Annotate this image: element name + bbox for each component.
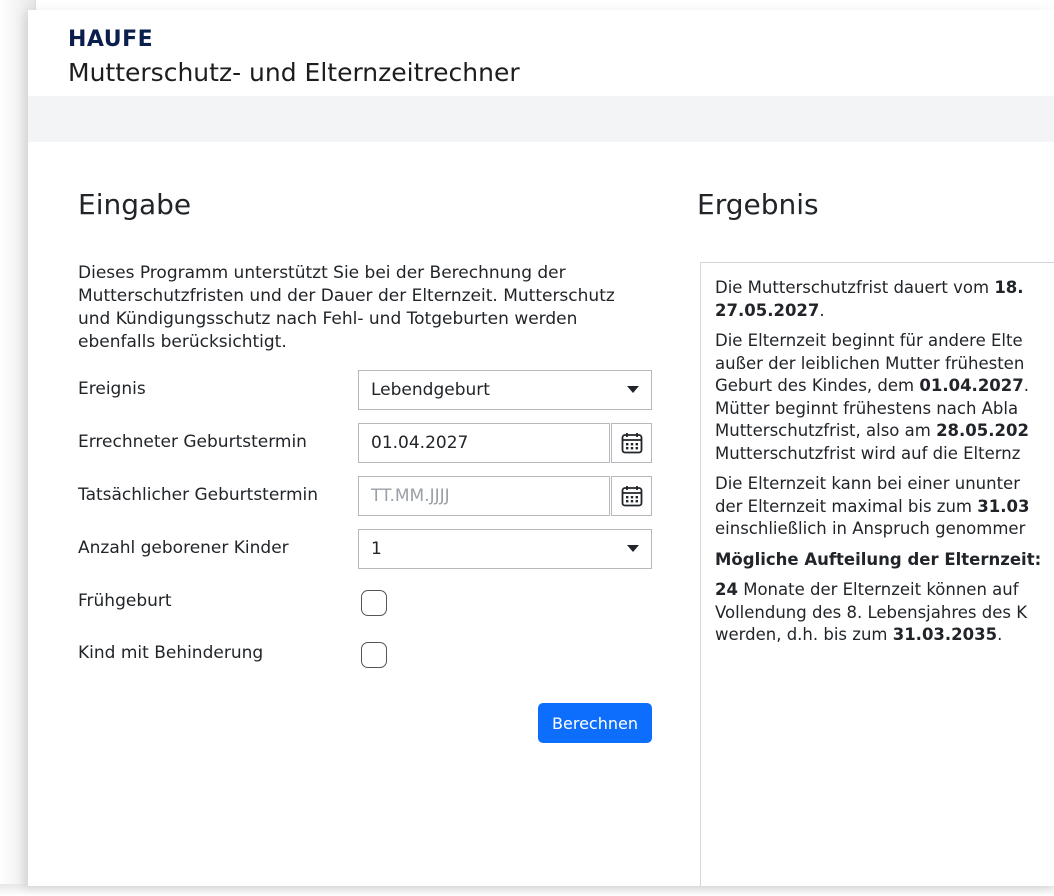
result-text: Die Elternzeit kann bei einer ununter bbox=[715, 474, 1020, 493]
actual-birth-placeholder: TT.MM.JJJJ bbox=[371, 486, 450, 506]
calc-birth-value: 01.04.2027 bbox=[371, 433, 469, 453]
result-text: einschließlich in Anspruch genommer bbox=[715, 519, 1026, 538]
calendar-icon bbox=[621, 486, 643, 507]
result-text: Die Mutterschutzfrist dauert vom bbox=[715, 278, 995, 297]
chevron-down-icon bbox=[627, 545, 639, 552]
intro-text: Dieses Programm unterstützt Sie bei der … bbox=[78, 263, 615, 352]
result-text: . bbox=[819, 300, 825, 320]
actual-birth-label: Tatsächlicher Geburtstermin bbox=[78, 485, 319, 505]
result-date: 27.05.2027 bbox=[715, 300, 820, 320]
result-paragraph-2: Die Elternzeit beginnt für andere Elte a… bbox=[715, 330, 1054, 465]
result-paragraph-3: Die Elternzeit kann bei einer ununter de… bbox=[715, 473, 1054, 541]
result-date: 01.04.2027 bbox=[919, 376, 1024, 395]
input-heading: Eingabe bbox=[78, 188, 192, 221]
disability-label: Kind mit Behinderung bbox=[78, 643, 264, 663]
result-panel: Die Mutterschutzfrist dauert vom 18. 27.… bbox=[700, 262, 1054, 886]
header-band bbox=[28, 96, 1054, 142]
result-text: Mutterschutzfrist, also am bbox=[715, 421, 937, 440]
result-date: 18. bbox=[994, 278, 1024, 297]
result-date: 28.05.202 bbox=[936, 421, 1029, 440]
result-subheading: Mögliche Aufteilung der Elternzeit: bbox=[715, 549, 1042, 569]
page-title: Mutterschutz- und Elternzeitrechner bbox=[68, 58, 520, 87]
event-label: Ereignis bbox=[78, 379, 146, 399]
children-select[interactable]: 1 bbox=[358, 529, 652, 569]
result-text: . bbox=[1023, 376, 1029, 395]
result-paragraph-5: 24 Monate der Elternzeit können auf Voll… bbox=[715, 579, 1054, 647]
result-text: Vollendung des 8. Lebensjahres des K bbox=[715, 602, 1028, 622]
event-select-value: Lebendgeburt bbox=[371, 380, 490, 400]
result-date: 31.03 bbox=[977, 496, 1030, 516]
children-label: Anzahl geborener Kinder bbox=[78, 538, 289, 558]
result-date: 31.03.2035 bbox=[892, 625, 998, 644]
result-text: . bbox=[997, 625, 1003, 644]
result-paragraph-4: Mögliche Aufteilung der Elternzeit: bbox=[715, 549, 1054, 572]
actual-birth-input[interactable]: TT.MM.JJJJ bbox=[358, 476, 610, 516]
calc-birth-input[interactable]: 01.04.2027 bbox=[358, 423, 610, 463]
header: HAUFE Mutterschutz- und Elternzeitrechne… bbox=[28, 10, 1054, 96]
calc-birth-label: Errechneter Geburtstermin bbox=[78, 432, 307, 452]
result-text: außer der leiblichen Mutter frühesten bbox=[715, 353, 1025, 373]
result-text: Mütter beginnt frühestens nach Abla bbox=[715, 398, 1019, 418]
children-select-value: 1 bbox=[371, 539, 382, 559]
result-number: 24 bbox=[715, 580, 738, 599]
chevron-down-icon bbox=[627, 386, 639, 393]
app-window: HAUFE Mutterschutz- und Elternzeitrechne… bbox=[28, 10, 1054, 886]
premature-checkbox[interactable] bbox=[361, 590, 387, 616]
result-heading: Ergebnis bbox=[697, 188, 819, 221]
result-text: werden, d.h. bis zum bbox=[715, 625, 893, 644]
event-select[interactable]: Lebendgeburt bbox=[358, 370, 652, 410]
result-text: der Elternzeit maximal bis zum bbox=[715, 496, 978, 516]
main-content: Eingabe Ergebnis Dieses Programm unterst… bbox=[36, 142, 1054, 886]
result-text: Die Elternzeit beginnt für andere Elte bbox=[715, 331, 1023, 350]
premature-label: Frühgeburt bbox=[78, 591, 172, 611]
disability-checkbox[interactable] bbox=[361, 642, 387, 668]
calculate-button[interactable]: Berechnen bbox=[538, 703, 652, 743]
brand-logo: HAUFE bbox=[68, 27, 154, 52]
result-text: Mutterschutzfrist wird auf die Elternz bbox=[715, 443, 1021, 463]
result-text: Geburt des Kindes, dem bbox=[715, 376, 920, 395]
calc-birth-calendar-button[interactable] bbox=[611, 423, 652, 463]
result-text: Monate der Elternzeit können auf bbox=[737, 580, 1019, 599]
actual-birth-calendar-button[interactable] bbox=[611, 476, 652, 516]
calendar-icon bbox=[621, 433, 643, 454]
result-paragraph-1: Die Mutterschutzfrist dauert vom 18. 27.… bbox=[715, 277, 1054, 322]
